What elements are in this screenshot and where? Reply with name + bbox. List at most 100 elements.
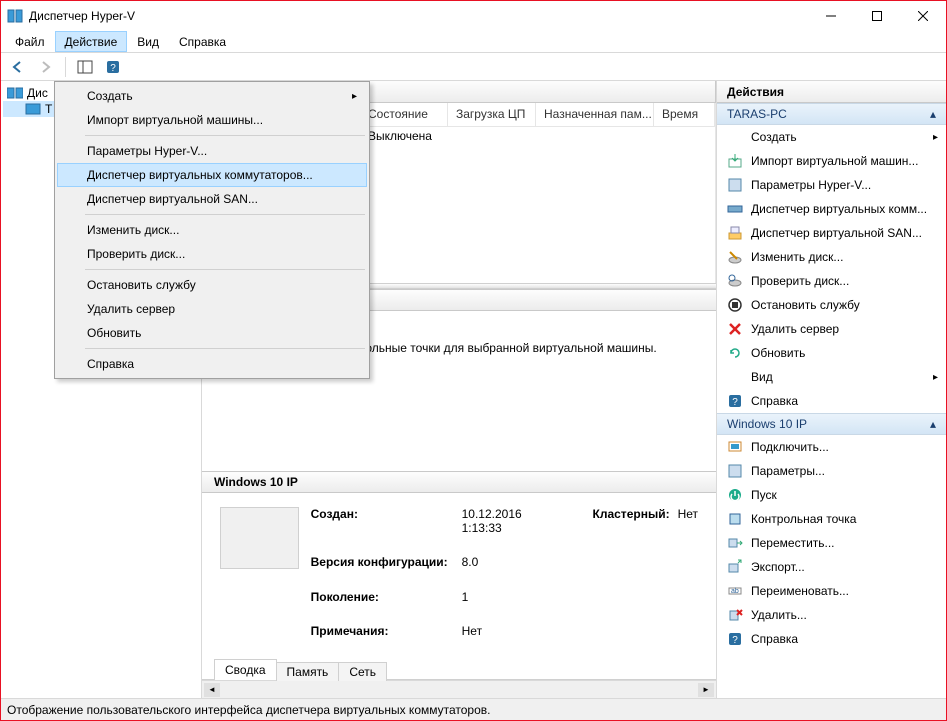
remove-icon bbox=[727, 321, 743, 337]
action-checkpoint[interactable]: Контрольная точка bbox=[717, 507, 946, 531]
san-icon bbox=[727, 225, 743, 241]
menu-import-vm[interactable]: Импорт виртуальной машины... bbox=[57, 108, 367, 132]
export-icon bbox=[727, 559, 743, 575]
rename-icon: ab bbox=[727, 583, 743, 599]
actions-group-vm[interactable]: Windows 10 IP ▴ bbox=[717, 413, 946, 435]
actions-group-server-label: TARAS-PC bbox=[727, 107, 787, 121]
back-button[interactable] bbox=[7, 56, 29, 78]
menu-hyperv-params[interactable]: Параметры Hyper-V... bbox=[57, 139, 367, 163]
chevron-right-icon: ▸ bbox=[933, 132, 938, 143]
minimize-button[interactable] bbox=[808, 1, 854, 31]
action-remove-server[interactable]: Удалить сервер bbox=[717, 317, 946, 341]
help-button[interactable]: ? bbox=[102, 56, 124, 78]
action-refresh[interactable]: Обновить bbox=[717, 341, 946, 365]
horizontal-scrollbar[interactable]: ◄ ► bbox=[202, 680, 716, 698]
menu-help[interactable]: Справка bbox=[169, 31, 236, 52]
content-area: Дис T Виртуальные машины Имя Состояние З… bbox=[1, 81, 946, 698]
action-connect[interactable]: Подключить... bbox=[717, 435, 946, 459]
tab-memory[interactable]: Память bbox=[276, 662, 340, 681]
scroll-left-icon[interactable]: ◄ bbox=[204, 683, 220, 697]
actions-header: Действия bbox=[717, 81, 946, 103]
action-stop-service[interactable]: Остановить службу bbox=[717, 293, 946, 317]
tab-network[interactable]: Сеть bbox=[338, 662, 387, 681]
app-icon bbox=[7, 8, 23, 24]
action-rename[interactable]: abПереименовать... bbox=[717, 579, 946, 603]
collapse-icon: ▴ bbox=[930, 417, 936, 431]
svg-text:?: ? bbox=[732, 397, 738, 408]
action-inspect-disk[interactable]: Проверить диск... bbox=[717, 269, 946, 293]
maximize-button[interactable] bbox=[854, 1, 900, 31]
action-vswitch[interactable]: Диспетчер виртуальных комм... bbox=[717, 197, 946, 221]
scroll-right-icon[interactable]: ► bbox=[698, 683, 714, 697]
col-state[interactable]: Состояние bbox=[360, 103, 448, 127]
show-hide-pane-button[interactable] bbox=[74, 56, 96, 78]
menu-vsan-mgr[interactable]: Диспетчер виртуальной SAN... bbox=[57, 187, 367, 211]
col-uptime[interactable]: Время bbox=[654, 103, 715, 127]
menu-vswitch-mgr[interactable]: Диспетчер виртуальных коммутаторов... bbox=[57, 163, 367, 187]
connect-icon bbox=[727, 439, 743, 455]
menu-dropdown-help[interactable]: Справка bbox=[57, 352, 367, 376]
menu-bar: Файл Действие Вид Справка bbox=[1, 31, 946, 53]
blank-icon bbox=[727, 129, 743, 145]
menu-remove-server[interactable]: Удалить сервер bbox=[57, 297, 367, 321]
menu-separator bbox=[85, 348, 365, 349]
action-start[interactable]: Пуск bbox=[717, 483, 946, 507]
collapse-icon: ▴ bbox=[930, 107, 936, 121]
menu-file[interactable]: Файл bbox=[5, 31, 55, 52]
action-delete[interactable]: Удалить... bbox=[717, 603, 946, 627]
checkpoint-icon bbox=[727, 511, 743, 527]
menu-create[interactable]: Создать▸ bbox=[57, 84, 367, 108]
app-window: Диспетчер Hyper-V Файл Действие Вид Спра… bbox=[0, 0, 947, 721]
action-import-vm[interactable]: Импорт виртуальной машин... bbox=[717, 149, 946, 173]
move-icon bbox=[727, 535, 743, 551]
details-pane: Windows 10 IP Создан:10.12.2016 1:13:33 … bbox=[202, 471, 716, 698]
status-bar: Отображение пользовательского интерфейса… bbox=[1, 698, 946, 720]
prop-created-label: Создан: bbox=[311, 507, 448, 549]
prop-clustered-label: Кластерный: bbox=[593, 507, 670, 652]
action-hyperv-params[interactable]: Параметры Hyper-V... bbox=[717, 173, 946, 197]
menu-view[interactable]: Вид bbox=[127, 31, 169, 52]
menu-stop-service[interactable]: Остановить службу bbox=[57, 273, 367, 297]
action-create[interactable]: Создать▸ bbox=[717, 125, 946, 149]
server-icon bbox=[25, 102, 41, 116]
action-export[interactable]: Экспорт... bbox=[717, 555, 946, 579]
cell-cpu bbox=[448, 127, 536, 147]
action-view[interactable]: Вид▸ bbox=[717, 365, 946, 389]
chevron-right-icon: ▸ bbox=[933, 372, 938, 383]
vm-properties: Создан:10.12.2016 1:13:33 Версия конфигу… bbox=[311, 507, 561, 652]
action-vm-help[interactable]: ?Справка bbox=[717, 627, 946, 651]
cell-state: Выключена bbox=[360, 127, 448, 147]
tab-summary[interactable]: Сводка bbox=[214, 659, 277, 680]
svg-text:ab: ab bbox=[731, 588, 739, 595]
tree-node-label: T bbox=[45, 102, 52, 116]
action-edit-disk[interactable]: Изменить диск... bbox=[717, 245, 946, 269]
menu-action[interactable]: Действие bbox=[55, 31, 128, 52]
actions-pane: Действия TARAS-PC ▴ Создать▸ Импорт вирт… bbox=[716, 81, 946, 698]
action-move[interactable]: Переместить... bbox=[717, 531, 946, 555]
title-bar: Диспетчер Hyper-V bbox=[1, 1, 946, 31]
col-cpu[interactable]: Загрузка ЦП bbox=[448, 103, 536, 127]
toolbar-separator bbox=[65, 57, 66, 77]
action-vsan[interactable]: Диспетчер виртуальной SAN... bbox=[717, 221, 946, 245]
inspect-disk-icon bbox=[727, 273, 743, 289]
delete-icon bbox=[727, 607, 743, 623]
col-mem[interactable]: Назначенная пам... bbox=[536, 103, 654, 127]
switch-icon bbox=[727, 201, 743, 217]
svg-text:?: ? bbox=[110, 63, 116, 74]
help-icon: ? bbox=[727, 393, 743, 409]
action-settings[interactable]: Параметры... bbox=[717, 459, 946, 483]
action-help[interactable]: ?Справка bbox=[717, 389, 946, 413]
start-icon bbox=[727, 487, 743, 503]
details-tabs: Сводка Память Сеть bbox=[202, 656, 716, 680]
prop-notes-value: Нет bbox=[462, 624, 561, 652]
menu-refresh[interactable]: Обновить bbox=[57, 321, 367, 345]
close-button[interactable] bbox=[900, 1, 946, 31]
cell-mem bbox=[536, 127, 654, 147]
menu-edit-disk[interactable]: Изменить диск... bbox=[57, 218, 367, 242]
settings-icon bbox=[727, 177, 743, 193]
prop-clustered-value: Нет bbox=[678, 507, 698, 652]
vm-properties-2: Кластерный: Нет bbox=[593, 507, 698, 652]
actions-group-server[interactable]: TARAS-PC ▴ bbox=[717, 103, 946, 125]
forward-button[interactable] bbox=[35, 56, 57, 78]
menu-inspect-disk[interactable]: Проверить диск... bbox=[57, 242, 367, 266]
